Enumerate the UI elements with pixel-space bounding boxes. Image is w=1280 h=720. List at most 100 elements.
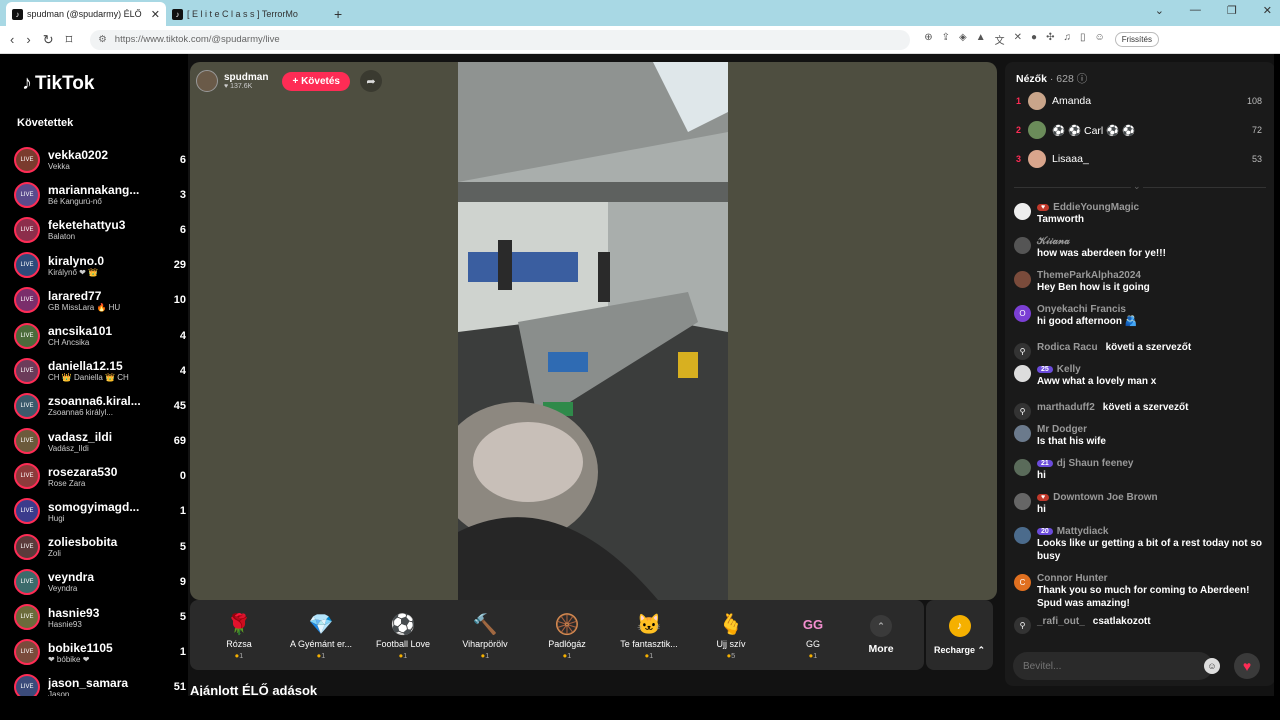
- following-account[interactable]: LIVE vekka0202 Vekka 6: [14, 142, 186, 177]
- chat-message[interactable]: 20 Mattydiack Looks like ur getting a bit …: [1014, 526, 1270, 563]
- top-viewer-row[interactable]: 1 Amanda 108: [1016, 90, 1262, 112]
- extension-icon[interactable]: ✕: [1014, 32, 1022, 47]
- top-viewer-row[interactable]: 2 ⚽ ⚽ Carl ⚽ ⚽ 72: [1016, 119, 1262, 141]
- tab-search-icon[interactable]: ⌄: [1155, 4, 1164, 17]
- gift-price: ●1: [644, 650, 654, 660]
- message-text: Hey Ben how is it going: [1037, 282, 1150, 293]
- gift-item[interactable]: 💎 A Gyémánt er... ●1: [280, 611, 362, 660]
- account-subtitle: CH Ancsika: [48, 338, 90, 348]
- gift-item[interactable]: 🐱 Te fantasztik... ●1: [608, 611, 690, 660]
- close-window-icon[interactable]: ✕: [1263, 4, 1272, 17]
- host-avatar[interactable]: [196, 70, 218, 92]
- following-account[interactable]: LIVE jason_samara Jason 51: [14, 670, 186, 696]
- chat-input-container[interactable]: [1013, 652, 1213, 680]
- puzzle-icon[interactable]: ✣: [1046, 32, 1054, 47]
- following-account[interactable]: LIVE mariannakang... Bé Kangurú-nő 3: [14, 177, 186, 212]
- avatar: LIVE: [14, 428, 40, 455]
- chat-message[interactable]: ⚲ marthaduff2 követi a szervezőt: [1014, 402, 1270, 420]
- chat-message[interactable]: 𝒦𝒾𝒾𝒶𝓃𝒶 how was aberdeen for ye!!!: [1014, 236, 1270, 260]
- heart-badge-icon: ♥: [1037, 494, 1050, 501]
- sidebar-toggle-icon[interactable]: ▯: [1080, 32, 1086, 47]
- new-tab-icon[interactable]: +: [334, 6, 342, 22]
- chat-message[interactable]: 21 dj Shaun feeney hi: [1014, 458, 1270, 482]
- gift-item[interactable]: 🔨 Viharpörölv ●1: [444, 611, 526, 660]
- following-account[interactable]: LIVE daniella12.15 CH 👑 Daniella 👑 CH 4: [14, 353, 186, 388]
- chat-message[interactable]: 25 Kelly Aww what a lovely man x: [1014, 364, 1270, 388]
- gift-bar: 🌹 Rózsa ●1 💎 A Gyémánt er... ●1 ⚽ Football Love…: [190, 600, 924, 670]
- chat-message[interactable]: C Connor Hunter Thank you so much for comi…: [1014, 573, 1270, 610]
- following-account[interactable]: LIVE somogyimagd... Hugi 1: [14, 494, 186, 529]
- minimize-icon[interactable]: —: [1190, 4, 1201, 17]
- following-account[interactable]: LIVE larared77 GB MissLara 🔥 HU 10: [14, 283, 186, 318]
- following-account[interactable]: LIVE feketehattyu3 Balaton 6: [14, 212, 186, 247]
- browser-tab[interactable]: ♪ [ E l i t e C l a s s ] TerrorMo: [166, 2, 326, 26]
- more-gifts-button[interactable]: ⌃ More: [854, 615, 908, 655]
- live-video-stage[interactable]: spudman ♥ 137.6K + Követés ➦: [190, 62, 997, 600]
- recharge-button[interactable]: ♪ Recharge ⌃: [926, 600, 993, 670]
- message-body: ♥ Downtown Joe Brown hi: [1037, 492, 1270, 516]
- avatar: [1014, 237, 1031, 254]
- following-account[interactable]: LIVE kiralyno.0 Királynő ❤ 👑 29: [14, 248, 186, 283]
- gift-item[interactable]: 🛞 Padlógáz ●1: [526, 611, 608, 660]
- chat-message[interactable]: ⚲ _rafi_out_ csatlakozott: [1014, 616, 1270, 634]
- extension-icon[interactable]: ●: [1031, 32, 1037, 47]
- close-tab-icon[interactable]: ✕: [151, 8, 160, 21]
- chat-message[interactable]: ♥ Downtown Joe Brown hi: [1014, 492, 1270, 516]
- music-icon[interactable]: ♫: [1063, 32, 1071, 47]
- live-video-frame[interactable]: [458, 62, 728, 600]
- wheel-icon: 🛞: [554, 613, 580, 636]
- gift-item[interactable]: 🌹 Rózsa ●1: [198, 611, 280, 660]
- restore-icon[interactable]: ❐: [1227, 4, 1237, 17]
- share-icon[interactable]: ➦: [359, 70, 382, 92]
- chat-input[interactable]: [1023, 660, 1193, 672]
- emoji-icon[interactable]: ☺: [1204, 658, 1220, 674]
- gift-item[interactable]: GG GG ●1: [772, 611, 854, 660]
- forward-icon[interactable]: ›: [26, 32, 30, 48]
- reload-icon[interactable]: ↻: [43, 32, 54, 48]
- message-user: Onyekachi Francis: [1037, 304, 1126, 315]
- top-viewer-row[interactable]: 3 Lisaaa_ 53: [1016, 148, 1262, 170]
- chat-message[interactable]: ⚲ Rodica Racu követi a szervezőt: [1014, 342, 1270, 360]
- heart-icon[interactable]: ♥: [1234, 653, 1260, 679]
- host-name[interactable]: spudman: [224, 72, 268, 83]
- following-account[interactable]: LIVE zoliesbobita Zoli 5: [14, 529, 186, 564]
- viewers-heading[interactable]: Nézők · 628 ⓘ: [1016, 71, 1087, 86]
- avatar: [1028, 92, 1046, 110]
- url-field[interactable]: ⚙ https://www.tiktok.com/@spudarmy/live: [90, 29, 911, 50]
- back-icon[interactable]: ‹: [10, 32, 14, 48]
- translate-icon[interactable]: 文: [995, 32, 1005, 47]
- following-account[interactable]: LIVE ancsika101 CH Ancsika 4: [14, 318, 186, 353]
- profile-icon[interactable]: ☺: [1095, 32, 1105, 47]
- follow-button[interactable]: + Követés: [282, 71, 350, 91]
- bookmark-icon[interactable]: ⌑: [66, 32, 73, 48]
- warning-icon[interactable]: ▲: [976, 32, 986, 47]
- chevron-down-icon[interactable]: ⌄: [1131, 181, 1143, 192]
- following-account[interactable]: LIVE hasnie93 Hasnie93 5: [14, 599, 186, 634]
- tiktok-favicon-icon: ♪: [12, 8, 23, 20]
- gift-item[interactable]: 🫰 Ujj szív ●5: [690, 611, 772, 660]
- following-account[interactable]: LIVE veyndra Veyndra 9: [14, 564, 186, 599]
- browser-tab-active[interactable]: ♪ spudman (@spudarmy) ÉLŐ ✕: [6, 2, 166, 26]
- following-account[interactable]: LIVE vadasz_ildi Vadász_Ildi 69: [14, 424, 186, 459]
- gift-price: ●1: [808, 650, 818, 660]
- site-info-icon[interactable]: ⚙: [98, 34, 107, 45]
- account-info: zoliesbobita Zoli: [48, 535, 166, 558]
- info-icon[interactable]: ⓘ: [1077, 73, 1088, 85]
- gift-item[interactable]: ⚽ Football Love ●1: [362, 611, 444, 660]
- following-account[interactable]: LIVE bobike1105 ❤ bóbike ❤ 1: [14, 635, 186, 670]
- account-info: jason_samara Jason: [48, 676, 166, 696]
- share-page-icon[interactable]: ⇪: [942, 32, 950, 47]
- update-button[interactable]: Frissítés: [1114, 32, 1159, 47]
- zoom-icon[interactable]: ⊕: [924, 32, 932, 47]
- account-info: zsoanna6.kiral... Zsoanna6 királyl...: [48, 394, 166, 417]
- following-account[interactable]: LIVE zsoanna6.kiral... Zsoanna6 királyl...…: [14, 388, 186, 423]
- chat-message[interactable]: Mr Dodger Is that his wife: [1014, 424, 1270, 448]
- following-account[interactable]: LIVE rosezara530 Rose Zara 0: [14, 459, 186, 494]
- chat-message[interactable]: ♥ EddieYoungMagic Tamworth: [1014, 202, 1270, 226]
- chat-message[interactable]: ThemeParkAlpha2024 Hey Ben how is it goin…: [1014, 270, 1270, 294]
- tiktok-logo[interactable]: ♪ TikTok: [22, 72, 94, 95]
- avatar: LIVE: [14, 604, 40, 631]
- shield-icon[interactable]: ◈: [959, 32, 967, 47]
- chat-message[interactable]: O Onyekachi Francis hi good afternoon 🫂: [1014, 304, 1270, 328]
- message-user: 20 Mattydiack: [1037, 526, 1270, 537]
